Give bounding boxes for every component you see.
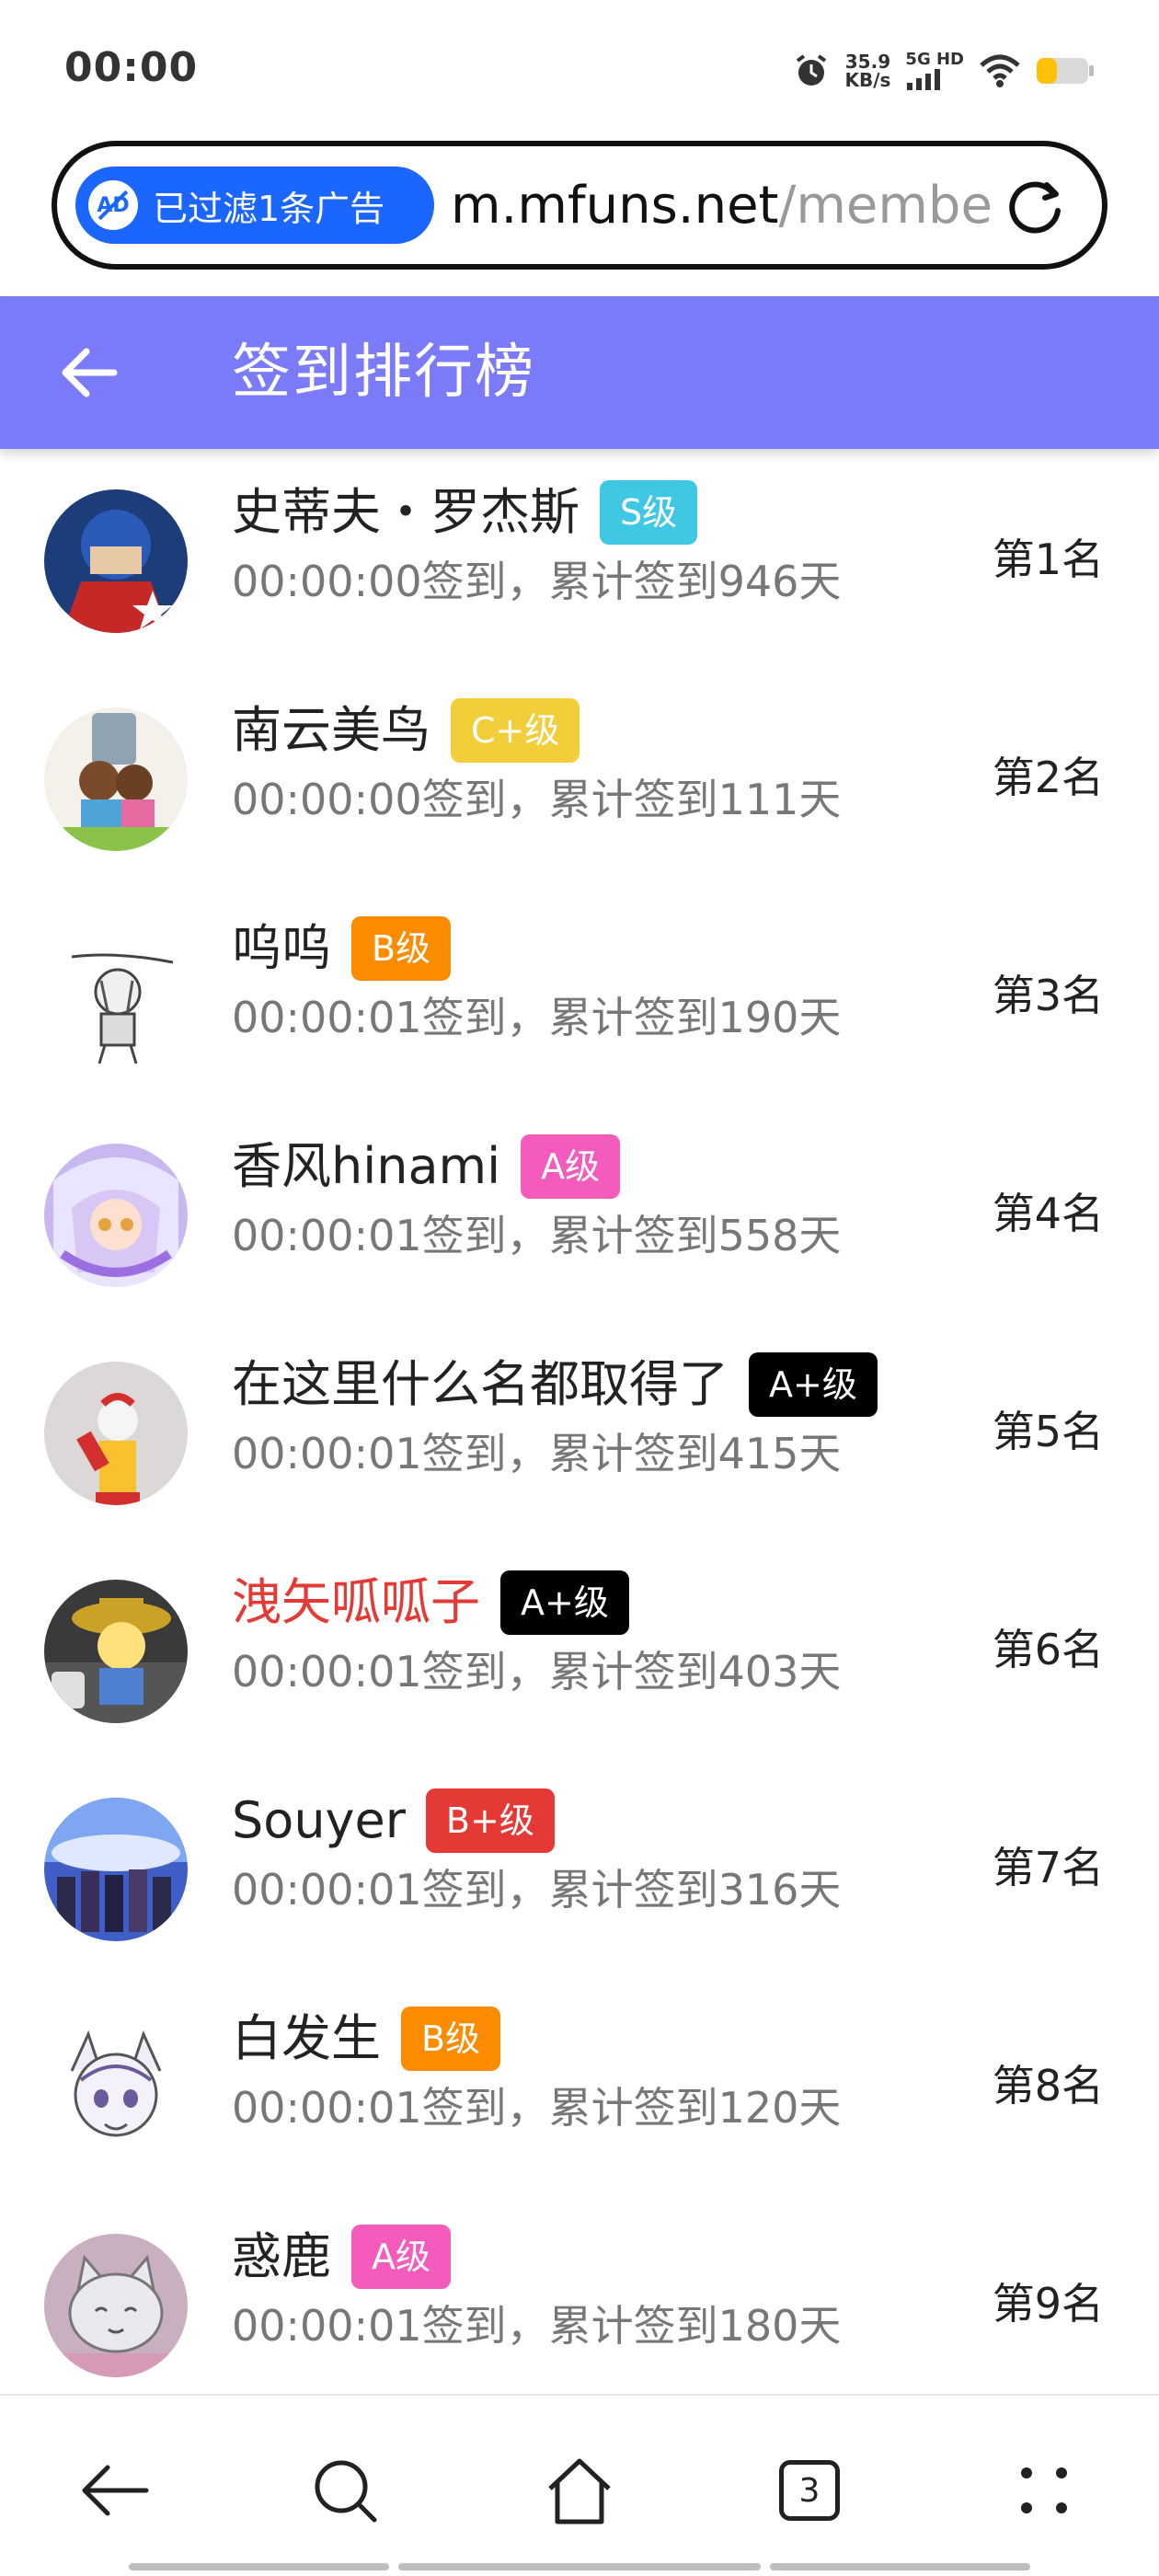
checkin-info: 00:00:01签到，累计签到120天	[232, 2083, 842, 2133]
rank-label: 第1名	[992, 535, 1104, 584]
bottom-nav: 3	[0, 2394, 1159, 2576]
battery-icon	[1037, 58, 1094, 84]
net-speed-value: 35.9	[844, 51, 891, 73]
tabs-icon: 3	[779, 2460, 840, 2521]
level-badge: B级	[351, 916, 452, 981]
rank-label: 第6名	[992, 1625, 1104, 1674]
level-badge: C+级	[451, 698, 580, 763]
nav-search-button[interactable]	[304, 2449, 386, 2532]
user-name[interactable]: 惑鹿	[232, 2225, 331, 2288]
app-header: 签到排行榜	[0, 296, 1159, 449]
alarm-icon	[797, 54, 827, 86]
gesture-bar	[129, 2563, 1031, 2572]
user-name[interactable]: 洩矢呱呱子	[232, 1571, 480, 1634]
rank-label: 第7名	[992, 1843, 1104, 1892]
checkin-info: 00:00:01签到，累计签到403天	[232, 1647, 842, 1696]
address-bar[interactable]: AD 已过滤1条广告 m.mfuns.net/membe	[52, 141, 1107, 270]
status-time: 00:00	[64, 44, 199, 91]
net-speed: 35.9 KB/s	[844, 52, 890, 89]
status-bar: 00:00 35.9 KB/s 5G HD	[0, 0, 1159, 138]
level-badge: A级	[351, 2225, 451, 2289]
checkin-info: 00:00:01签到，累计签到415天	[232, 1429, 842, 1478]
level-badge: A+级	[749, 1352, 878, 1417]
nav-tabs-button[interactable]: 3	[768, 2449, 851, 2532]
level-badge: A级	[521, 1134, 621, 1199]
name-row: 在这里什么名都取得了 A+级	[232, 1352, 878, 1417]
reload-icon[interactable]	[1003, 176, 1067, 240]
ranking-item[interactable]: 白发生 B级 00:00:01签到，累计签到120天 第8名	[0, 1975, 1159, 2193]
user-name[interactable]: 香风hinami	[232, 1135, 500, 1198]
url-host: m.mfuns.net	[451, 176, 779, 236]
name-row: 洩矢呱呱子 A+级	[232, 1570, 629, 1635]
checkin-info: 00:00:00签到，累计签到111天	[232, 775, 842, 824]
checkin-info: 00:00:00签到，累计签到946天	[232, 557, 842, 606]
ranking-list: 史蒂夫・罗杰斯 S级 00:00:00签到，累计签到946天 第1名 南云美鸟 …	[0, 449, 1159, 2394]
user-name[interactable]: 呜呜	[232, 917, 331, 980]
name-row: 南云美鸟 C+级	[232, 698, 580, 763]
avatar[interactable]	[44, 1798, 188, 1941]
name-row: 呜呜 B级	[232, 916, 452, 981]
ranking-item[interactable]: 惑鹿 A级 00:00:01签到，累计签到180天 第9名	[0, 2193, 1159, 2394]
ranking-item[interactable]: Souyer B+级 00:00:01签到，累计签到316天 第7名	[0, 1757, 1159, 1975]
rank-label: 第4名	[992, 1189, 1104, 1238]
user-name[interactable]: 在这里什么名都取得了	[232, 1353, 729, 1416]
nav-back-button[interactable]	[74, 2449, 156, 2532]
avatar[interactable]	[44, 489, 188, 633]
ranking-item[interactable]: 在这里什么名都取得了 A+级 00:00:01签到，累计签到415天 第5名	[0, 1321, 1159, 1539]
url-field[interactable]: m.mfuns.net/membe	[451, 174, 1003, 238]
rank-label: 第3名	[992, 971, 1104, 1020]
network-type-stack: 5G HD	[905, 52, 964, 90]
avatar[interactable]	[44, 1144, 188, 1287]
checkin-info: 00:00:01签到，累计签到558天	[232, 1211, 842, 1260]
nav-home-button[interactable]	[538, 2449, 621, 2532]
checkin-info: 00:00:01签到，累计签到180天	[232, 2301, 842, 2351]
ranking-item[interactable]: 南云美鸟 C+级 00:00:00签到，累计签到111天 第2名	[0, 667, 1159, 885]
adblock-label: 已过滤1条广告	[153, 188, 385, 229]
back-arrow-icon[interactable]	[57, 340, 121, 405]
url-path: /membe	[778, 176, 993, 236]
user-name[interactable]: 南云美鸟	[232, 699, 430, 762]
nav-menu-button[interactable]	[1003, 2449, 1085, 2532]
avatar[interactable]	[44, 2234, 188, 2377]
avatar[interactable]	[44, 2016, 188, 2159]
status-icons: 35.9 KB/s 5G HD	[793, 48, 1095, 94]
level-badge: A+级	[500, 1570, 629, 1635]
avatar[interactable]	[44, 1362, 188, 1505]
home-icon	[548, 2458, 611, 2524]
name-row: 香风hinami A级	[232, 1134, 621, 1199]
name-row: Souyer B+级	[232, 1788, 555, 1853]
ranking-item[interactable]: 洩矢呱呱子 A+级 00:00:01签到，累计签到403天 第6名	[0, 1539, 1159, 1757]
user-name[interactable]: 白发生	[232, 2007, 381, 2070]
menu-icon	[1021, 2467, 1067, 2513]
name-row: 白发生 B级	[232, 2007, 501, 2071]
avatar[interactable]	[44, 926, 188, 1069]
level-badge: S级	[600, 480, 698, 545]
net-speed-unit: KB/s	[844, 69, 891, 91]
rank-label: 第9名	[992, 2279, 1104, 2329]
level-badge: B级	[401, 2007, 501, 2071]
rank-label: 第5名	[992, 1407, 1104, 1456]
wifi-icon	[980, 54, 1020, 87]
name-row: 史蒂夫・罗杰斯 S级	[232, 480, 698, 545]
user-name[interactable]: Souyer	[232, 1789, 406, 1852]
signal-icon	[907, 69, 941, 90]
avatar[interactable]	[44, 1580, 188, 1723]
ranking-item[interactable]: 呜呜 B级 00:00:01签到，累计签到190天 第3名	[0, 885, 1159, 1103]
level-badge: B+级	[425, 1788, 555, 1853]
adblock-badge[interactable]: AD 已过滤1条广告	[75, 167, 434, 244]
search-icon	[315, 2460, 377, 2523]
network-type: 5G HD	[905, 50, 964, 69]
checkin-info: 00:00:01签到，累计签到316天	[232, 1865, 842, 1915]
name-row: 惑鹿 A级	[232, 2225, 451, 2289]
user-name[interactable]: 史蒂夫・罗杰斯	[232, 481, 580, 544]
ad-block-icon: AD	[88, 180, 138, 230]
avatar[interactable]	[44, 707, 188, 851]
checkin-info: 00:00:01签到，累计签到190天	[232, 993, 842, 1042]
ranking-item[interactable]: 史蒂夫・罗杰斯 S级 00:00:00签到，累计签到946天 第1名	[0, 449, 1159, 667]
back-icon	[82, 2465, 149, 2516]
rank-label: 第8名	[992, 2061, 1104, 2110]
ranking-item[interactable]: 香风hinami A级 00:00:01签到，累计签到558天 第4名	[0, 1103, 1159, 1321]
rank-label: 第2名	[992, 753, 1104, 802]
page-title: 签到排行榜	[232, 339, 535, 407]
